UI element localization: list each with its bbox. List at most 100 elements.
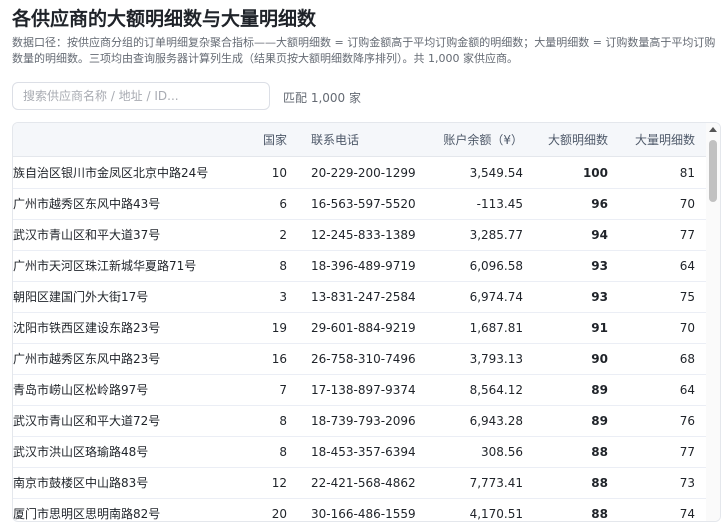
cell-address: 广州市越秀区东风中路23号 <box>13 352 161 366</box>
cell-big-count: 94 <box>591 227 608 242</box>
cell-balance: 6,974.74 <box>469 289 523 304</box>
cell-phone: 30-166-486-1559 <box>311 506 416 521</box>
cell-qty-count: 64 <box>679 382 695 397</box>
table-row[interactable]: 广州市天河区珠江新城华夏路71号 8 18-396-489-9719 6,096.58… <box>13 250 706 282</box>
cell-big-count: 93 <box>591 289 608 304</box>
page-title: 各供应商的大额明细数与大量明细数 <box>12 8 317 30</box>
search-box[interactable] <box>12 82 270 110</box>
header-balance[interactable]: 账户余额（¥） <box>431 123 523 156</box>
table-scrollbar[interactable] <box>706 123 720 521</box>
cell-phone: 17-138-897-9374 <box>311 382 416 397</box>
table-row[interactable]: 青岛市崂山区松岭路97号 7 17-138-897-9374 8,564.12 89 64 <box>13 374 706 406</box>
cell-qty-count: 68 <box>679 351 695 366</box>
search-input[interactable] <box>13 83 263 109</box>
table-row[interactable]: 朝阳区建国门外大街17号 3 13-831-247-2584 6,974.74 93 75 <box>13 281 706 313</box>
cell-phone: 18-396-489-9719 <box>311 258 416 273</box>
cell-address: 武汉市洪山区珞瑜路48号 <box>13 445 149 459</box>
cell-qty-count: 74 <box>679 506 695 521</box>
cell-address: 广州市越秀区东风中路43号 <box>13 197 161 211</box>
cell-big-count: 88 <box>591 444 608 459</box>
match-count: 匹配 1,000 家 <box>283 91 361 105</box>
cell-address: 族自治区银川市金凤区北京中路24号 <box>13 166 209 180</box>
cell-address: 广州市天河区珠江新城华夏路71号 <box>13 259 197 273</box>
cell-country: 12 <box>271 475 287 490</box>
cell-country: 7 <box>279 382 287 397</box>
cell-phone: 13-831-247-2584 <box>311 289 416 304</box>
supplier-table: 国家 联系电话 账户余额（¥） 大额明细数 大量明细数 族自治区银川市金凤区北京… <box>12 122 721 522</box>
cell-balance: 6,096.58 <box>469 258 523 273</box>
cell-phone: 22-421-568-4862 <box>311 475 416 490</box>
cell-phone: 26-758-310-7496 <box>311 351 416 366</box>
cell-phone: 18-453-357-6394 <box>311 444 416 459</box>
scrollbar-thumb[interactable] <box>709 140 717 202</box>
table-row[interactable]: 武汉市青山区和平大道72号 8 18-739-793-2096 6,943.28 89 7… <box>13 405 706 437</box>
cell-address: 青岛市崂山区松岭路97号 <box>13 383 149 397</box>
cell-big-count: 88 <box>591 506 608 521</box>
table-row[interactable]: 族自治区银川市金凤区北京中路24号 10 20-229-200-1299 3,549.… <box>13 157 706 189</box>
cell-big-count: 100 <box>582 165 608 180</box>
cell-address: 武汉市青山区和平大道72号 <box>13 414 161 428</box>
cell-phone: 18-739-793-2096 <box>311 413 416 428</box>
cell-address: 沈阳市铁西区建设东路23号 <box>13 321 161 335</box>
cell-big-count: 90 <box>591 351 608 366</box>
cell-country: 8 <box>279 444 287 459</box>
cell-balance: -113.45 <box>476 196 523 211</box>
cell-big-count: 88 <box>591 475 608 490</box>
cell-big-count: 96 <box>591 196 608 211</box>
header-qty-count[interactable]: 大量明细数 <box>616 123 695 156</box>
cell-qty-count: 70 <box>679 320 695 335</box>
cell-qty-count: 77 <box>679 444 695 459</box>
cell-qty-count: 81 <box>679 165 695 180</box>
cell-big-count: 93 <box>591 258 608 273</box>
table-row[interactable]: 南京市鼓楼区中山路83号 12 22-421-568-4862 7,773.41 88 7… <box>13 467 706 499</box>
cell-address: 武汉市青山区和平大道37号 <box>13 228 161 242</box>
header-phone[interactable]: 联系电话 <box>311 123 431 156</box>
table-row[interactable]: 武汉市洪山区珞瑜路48号 8 18-453-357-6394 308.56 88 77 <box>13 436 706 468</box>
cell-balance: 4,170.51 <box>469 506 523 521</box>
table-row[interactable]: 广州市越秀区东风中路23号 16 26-758-310-7496 3,793.13 90… <box>13 343 706 375</box>
table-header: 国家 联系电话 账户余额（¥） 大额明细数 大量明细数 <box>13 123 706 157</box>
cell-phone: 16-563-597-5520 <box>311 196 416 211</box>
cell-balance: 308.56 <box>481 444 523 459</box>
cell-qty-count: 64 <box>679 258 695 273</box>
cell-big-count: 89 <box>591 413 608 428</box>
header-big-count[interactable]: 大额明细数 <box>531 123 608 156</box>
cell-balance: 8,564.12 <box>469 382 523 397</box>
cell-country: 2 <box>279 227 287 242</box>
cell-address: 朝阳区建国门外大街17号 <box>13 290 149 304</box>
table-row[interactable]: 武汉市青山区和平大道37号 2 12-245-833-1389 3,285.77 94 7… <box>13 219 706 251</box>
cell-qty-count: 77 <box>679 227 695 242</box>
table-row[interactable]: 厦门市思明区思明南路82号 20 30-166-486-1559 4,170.51 88… <box>13 498 706 522</box>
cell-big-count: 89 <box>591 382 608 397</box>
cell-balance: 6,943.28 <box>469 413 523 428</box>
cell-balance: 3,285.77 <box>469 227 523 242</box>
cell-phone: 20-229-200-1299 <box>311 165 416 180</box>
cell-country: 6 <box>279 196 287 211</box>
cell-country: 3 <box>279 289 287 304</box>
cell-qty-count: 76 <box>679 413 695 428</box>
cell-country: 19 <box>271 320 287 335</box>
cell-country: 8 <box>279 258 287 273</box>
header-country[interactable]: 国家 <box>245 123 287 156</box>
cell-country: 10 <box>271 165 287 180</box>
table-row[interactable]: 广州市越秀区东风中路43号 6 16-563-597-5520 -113.45 96 70 <box>13 188 706 220</box>
cell-balance: 7,773.41 <box>469 475 523 490</box>
table-row[interactable]: 沈阳市铁西区建设东路23号 19 29-601-884-9219 1,687.81 91… <box>13 312 706 344</box>
cell-balance: 3,793.13 <box>469 351 523 366</box>
cell-phone: 29-601-884-9219 <box>311 320 416 335</box>
cell-big-count: 91 <box>591 320 608 335</box>
cell-balance: 1,687.81 <box>469 320 523 335</box>
scroll-up-icon[interactable] <box>709 127 717 132</box>
cell-qty-count: 75 <box>679 289 695 304</box>
header-address[interactable] <box>13 123 245 156</box>
cell-country: 8 <box>279 413 287 428</box>
cell-address: 厦门市思明区思明南路82号 <box>13 507 161 521</box>
cell-balance: 3,549.54 <box>469 165 523 180</box>
cell-country: 20 <box>271 506 287 521</box>
cell-address: 南京市鼓楼区中山路83号 <box>13 476 149 490</box>
cell-phone: 12-245-833-1389 <box>311 227 416 242</box>
cell-qty-count: 73 <box>679 475 695 490</box>
cell-qty-count: 70 <box>679 196 695 211</box>
cell-country: 16 <box>271 351 287 366</box>
page-description: 数据口径：按供应商分组的订单明细复杂聚合指标——大额明细数 = 订购金额高于平均… <box>12 36 716 65</box>
